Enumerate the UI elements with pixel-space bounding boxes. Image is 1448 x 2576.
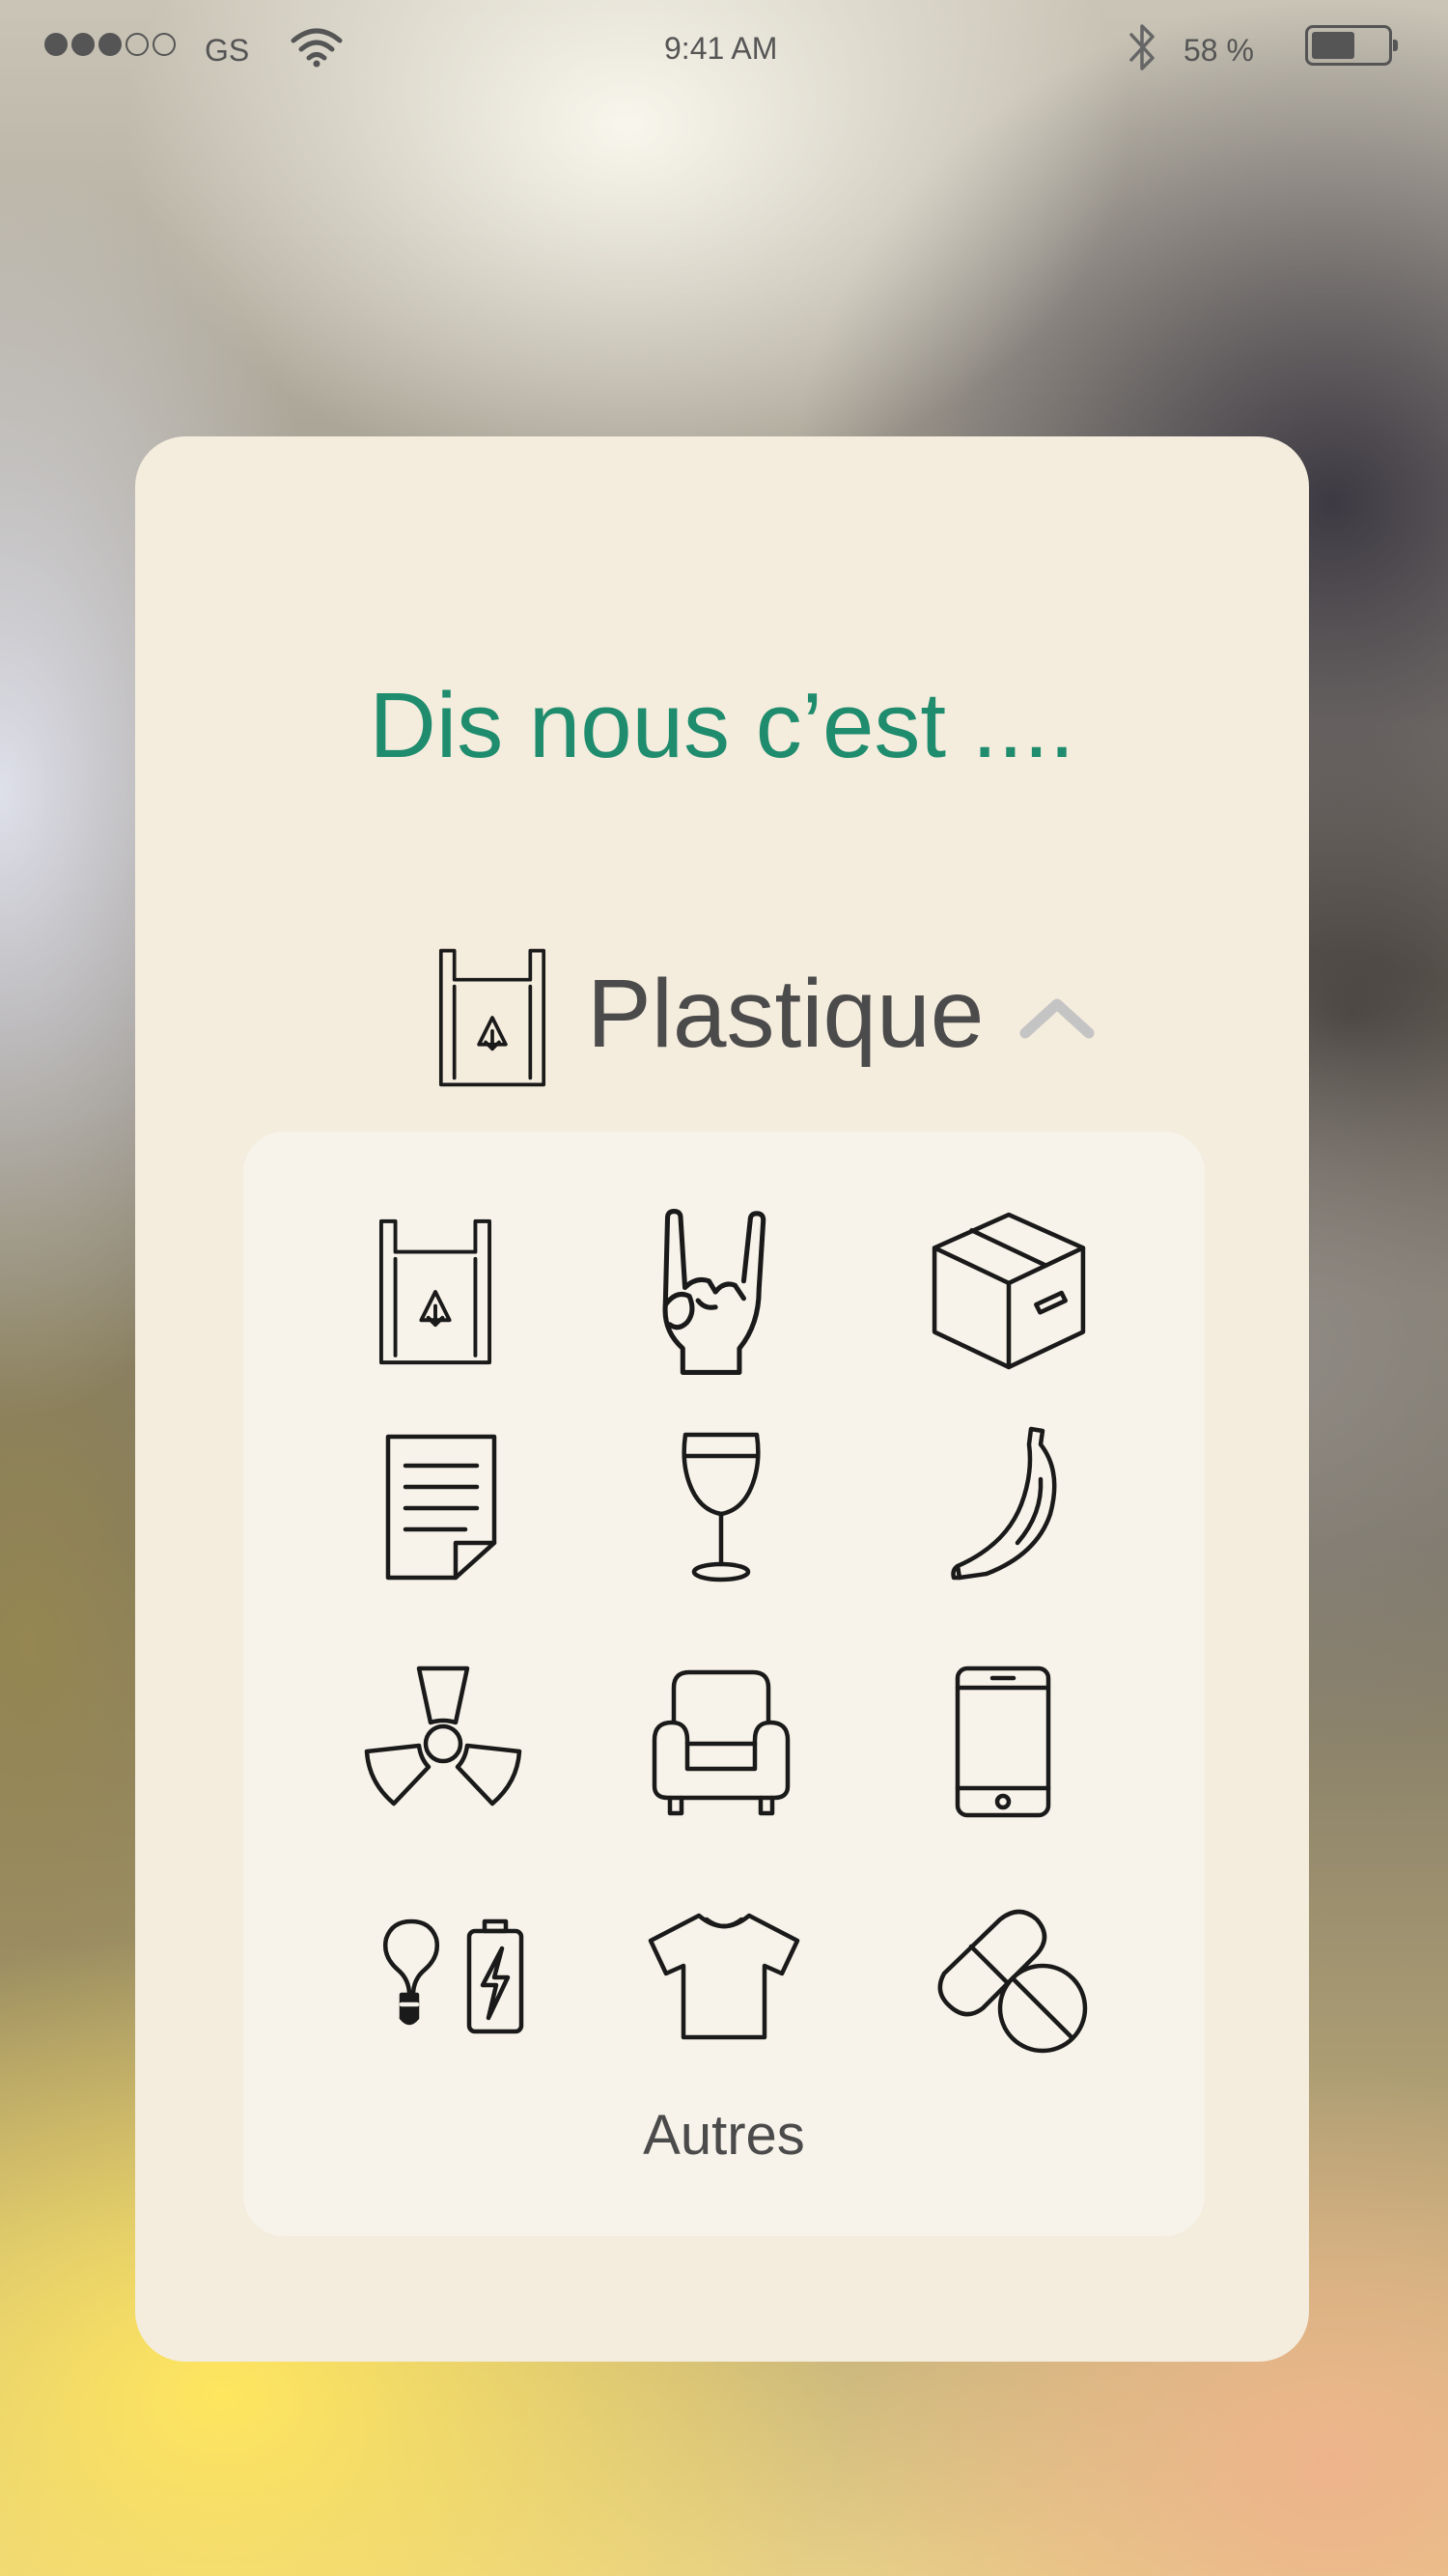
- category-option-plastic[interactable]: [375, 1217, 496, 1367]
- smartphone-icon: [955, 1666, 1051, 1818]
- banana-icon: [951, 1426, 1057, 1581]
- radioactive-icon: [364, 1666, 522, 1806]
- other-option[interactable]: Autres: [243, 2103, 1205, 2168]
- bulb-battery-icon: [383, 1918, 524, 2034]
- category-option-hand[interactable]: [654, 1209, 774, 1375]
- category-dialog: Dis nous c’est .... Plastique Autres: [135, 436, 1309, 2362]
- clock: 9:41 AM: [664, 31, 778, 66]
- signal-strength-icon: [44, 33, 176, 56]
- category-option-furniture[interactable]: [651, 1668, 792, 1819]
- bluetooth-icon: [1129, 24, 1155, 70]
- carrier-label: GS: [205, 33, 250, 68]
- pills-icon: [937, 1909, 1088, 2054]
- battery-percent: 58 %: [1183, 33, 1254, 68]
- paper-document-icon: [385, 1434, 497, 1581]
- category-options-panel: Autres: [243, 1132, 1205, 2236]
- cardboard-box-icon: [932, 1212, 1086, 1370]
- battery-icon: [1305, 25, 1398, 66]
- category-option-clothing[interactable]: [647, 1912, 801, 2041]
- chevron-up-icon[interactable]: [1017, 994, 1097, 1041]
- category-option-banana[interactable]: [948, 1425, 1062, 1583]
- category-option-paper[interactable]: [384, 1433, 498, 1582]
- rock-hand-icon: [662, 1209, 766, 1375]
- category-option-electronics[interactable]: [954, 1665, 1052, 1819]
- wine-glass-icon: [682, 1432, 761, 1582]
- t-shirt-icon: [648, 1913, 800, 2040]
- category-option-hazardous[interactable]: [363, 1663, 523, 1807]
- wifi-icon: [291, 28, 343, 68]
- dialog-title: Dis nous c’est ....: [369, 674, 1075, 777]
- selected-category-label: Plastique: [587, 960, 985, 1068]
- plastic-bag-icon: [438, 948, 546, 1087]
- plastic-bag-icon: [378, 1218, 492, 1365]
- category-option-bulbs-batteries[interactable]: [378, 1918, 525, 2035]
- category-option-glass[interactable]: [680, 1431, 763, 1583]
- category-option-cardboard[interactable]: [931, 1211, 1087, 1371]
- status-bar: GS 9:41 AM 58 %: [0, 0, 1448, 97]
- armchair-icon: [652, 1669, 791, 1816]
- category-option-medicine[interactable]: [931, 1906, 1091, 2057]
